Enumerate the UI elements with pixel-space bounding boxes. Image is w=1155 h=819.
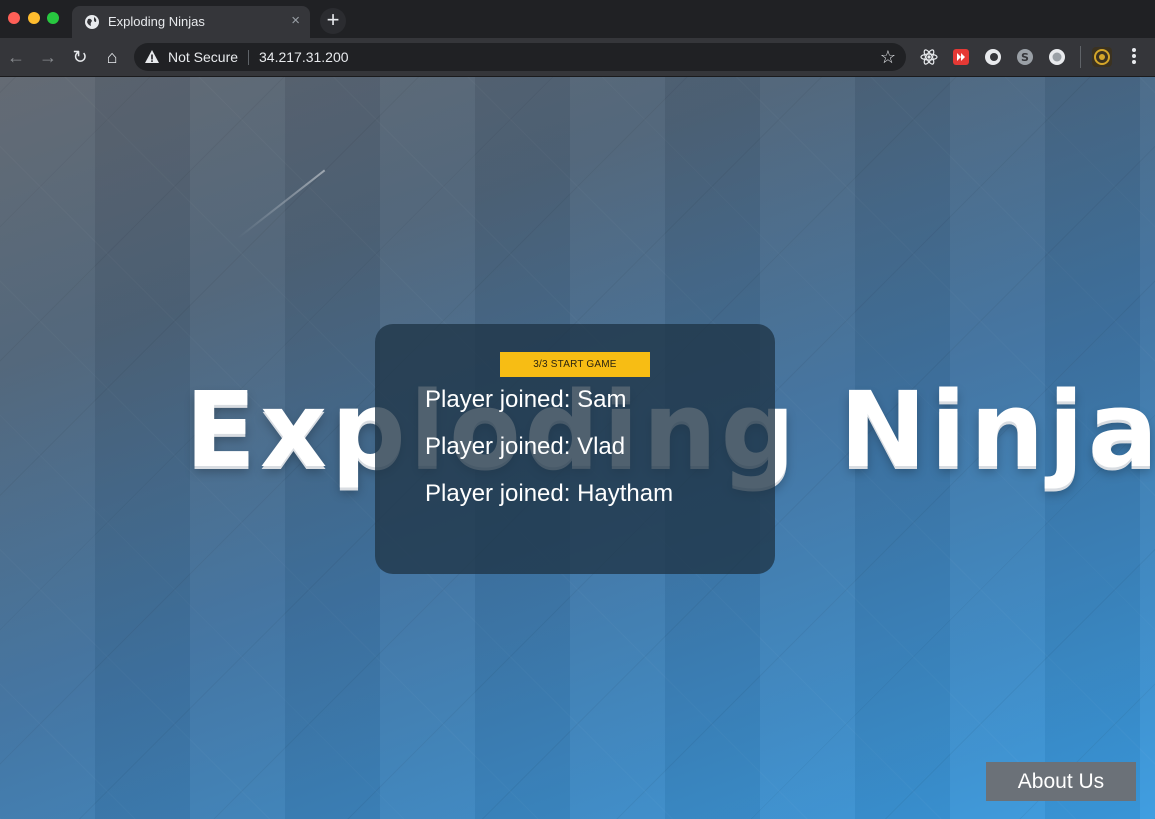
start-game-button[interactable]: 3/3 START GAME	[500, 352, 650, 377]
address-bar[interactable]: Not Secure 34.217.31.200 ☆	[134, 43, 906, 71]
home-button[interactable]: ⌂	[101, 46, 123, 68]
svg-text:S: S	[1021, 51, 1029, 64]
player-joined-item: Player joined: Vlad	[425, 433, 626, 460]
back-button[interactable]: ←	[5, 46, 27, 68]
new-tab-button[interactable]: +	[320, 8, 346, 34]
browser-menu-icon[interactable]	[1128, 46, 1140, 68]
close-window-button[interactable]	[8, 12, 20, 24]
skype-extension-icon[interactable]: S	[1016, 48, 1034, 66]
security-status-label[interactable]: Not Secure	[168, 49, 238, 65]
minimize-window-button[interactable]	[28, 12, 40, 24]
react-devtools-icon[interactable]	[920, 48, 938, 66]
tab-title: Exploding Ninjas	[108, 14, 205, 29]
address-divider	[248, 50, 249, 65]
red-extension-icon[interactable]	[952, 48, 970, 66]
reload-button[interactable]: ↻	[69, 46, 91, 68]
player-joined-item: Player joined: Haytham	[425, 480, 674, 507]
lobby-panel: 3/3 START GAME Player joined: Sam Player…	[375, 324, 775, 574]
close-tab-icon[interactable]: ×	[291, 12, 300, 29]
toolbar-divider	[1080, 46, 1081, 68]
player-list: Player joined: Sam Player joined: Vlad P…	[425, 384, 673, 525]
record-extension-icon[interactable]	[1048, 48, 1066, 66]
browser-tab[interactable]: Exploding Ninjas ×	[72, 6, 310, 38]
profile-avatar-icon[interactable]	[1092, 47, 1112, 67]
player-joined-item: Player joined: Sam	[425, 386, 627, 413]
warning-icon	[145, 50, 159, 63]
url-text[interactable]: 34.217.31.200	[259, 49, 349, 65]
grammar-extension-icon[interactable]	[984, 48, 1002, 66]
browser-toolbar: ← → ↻ ⌂ Not Secure 34.217.31.200 ☆ S	[0, 38, 1155, 77]
about-us-button[interactable]: About Us	[986, 762, 1136, 801]
maximize-window-button[interactable]	[47, 12, 59, 24]
forward-button[interactable]: →	[37, 46, 59, 68]
game-page: Exploding Ninja 3/3 START GAME Player jo…	[0, 77, 1155, 819]
browser-tab-bar: Exploding Ninjas × +	[0, 0, 1155, 38]
bookmark-star-icon[interactable]: ☆	[880, 47, 896, 68]
globe-icon	[85, 15, 99, 29]
